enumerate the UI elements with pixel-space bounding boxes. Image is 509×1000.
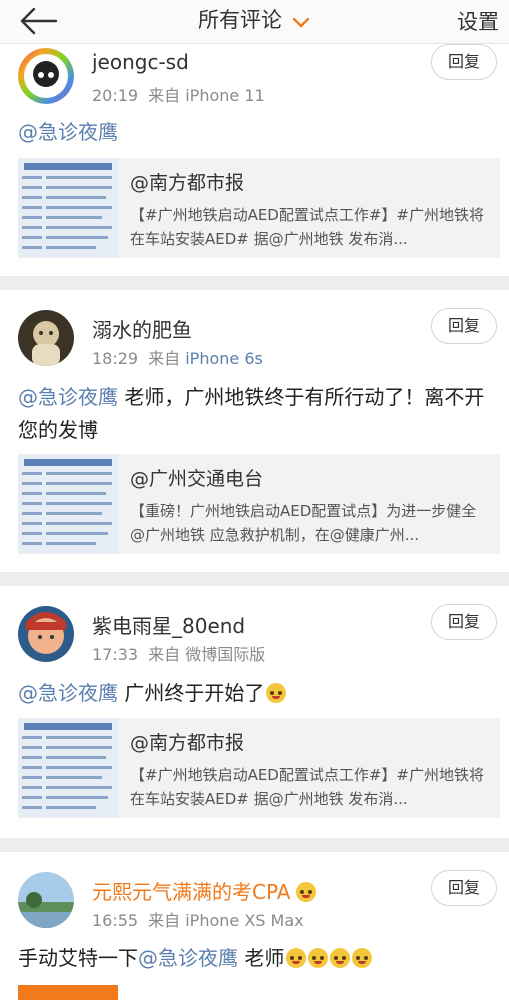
mention-link[interactable]: @急诊夜鹰 xyxy=(18,681,118,705)
comment-meta: 20:19 来自 iPhone 11 xyxy=(92,82,265,106)
reply-button[interactable]: 回复 xyxy=(431,44,497,80)
reply-button[interactable]: 回复 xyxy=(431,308,497,344)
comment-time: 16:55 xyxy=(92,911,139,930)
comment-card: 紫电雨星_80end 17:33 来自 微博国际版 回复 @急诊夜鹰 广州终于开始… xyxy=(0,586,509,838)
crying-laughing-emoji-icon xyxy=(308,948,329,968)
source-prefix: 来自 xyxy=(148,349,181,368)
comment-time: 17:33 xyxy=(92,645,139,664)
source-name: iPhone 11 xyxy=(185,86,265,105)
source-prefix: 来自 xyxy=(148,911,181,930)
title-dropdown[interactable]: 所有评论 xyxy=(0,4,509,34)
page-title: 所有评论 xyxy=(197,8,282,32)
repost-desc: 【#广州地铁启动AED配置试点工作#】#广州地铁将在车站安装AED# 据@广州地… xyxy=(130,766,484,808)
mention-link[interactable]: @急诊夜鹰 xyxy=(18,120,118,144)
source-prefix: 来自 xyxy=(148,86,181,105)
source-name[interactable]: iPhone 6s xyxy=(185,349,263,368)
repost-card[interactable]: @南方都市报 【#广州地铁启动AED配置试点工作#】#广州地铁将在车站安装AED… xyxy=(18,158,500,258)
avatar[interactable] xyxy=(18,872,74,928)
comment-time: 20:19 xyxy=(92,86,139,105)
reply-button[interactable]: 回复 xyxy=(431,604,497,640)
mention-link[interactable]: @急诊夜鹰 xyxy=(138,946,238,970)
comment-card: 溺水的肥鱼 18:29 来自 iPhone 6s 回复 @急诊夜鹰 老师，广州地铁… xyxy=(0,290,509,572)
reply-button[interactable]: 回复 xyxy=(431,870,497,906)
source-name: iPhone XS Max xyxy=(185,911,304,930)
repost-thumbnail xyxy=(18,718,118,818)
comment-card: jeongc-sd 20:19 来自 iPhone 11 回复 @急诊夜鹰 @南方… xyxy=(0,44,509,276)
comment-card: 元熙元气满满的考CPA 16:55 来自 iPhone XS Max 回复 手动艾… xyxy=(0,852,509,1000)
repost-title: @广州交通电台 xyxy=(130,468,264,490)
repost-thumbnail[interactable] xyxy=(18,985,118,1000)
username[interactable]: jeongc-sd xyxy=(92,50,189,74)
crying-laughing-emoji-icon xyxy=(286,948,307,968)
repost-card[interactable]: @广州交通电台 【重磅！广州地铁启动AED配置试点】为进一步健全@广州地铁 应急… xyxy=(18,454,500,554)
source-prefix: 来自 xyxy=(148,645,181,664)
repost-desc: 【重磅！广州地铁启动AED配置试点】为进一步健全@广州地铁 应急救护机制，在@健… xyxy=(130,502,477,544)
source-name: 微博国际版 xyxy=(185,645,266,664)
username[interactable]: 溺水的肥鱼 xyxy=(92,314,192,343)
repost-title: @南方都市报 xyxy=(130,172,245,194)
avatar[interactable] xyxy=(18,606,74,662)
comment-meta: 18:29 来自 iPhone 6s xyxy=(92,345,263,369)
repost-thumbnail xyxy=(18,454,118,554)
comment-meta: 16:55 来自 iPhone XS Max xyxy=(92,907,304,931)
crying-laughing-emoji-icon xyxy=(352,948,373,968)
comment-meta: 17:33 来自 微博国际版 xyxy=(92,641,265,665)
comment-text: 手动艾特一下@急诊夜鹰 老师 xyxy=(18,942,495,975)
avatar[interactable] xyxy=(18,48,74,104)
comment-text: @急诊夜鹰 xyxy=(18,116,495,149)
laughing-emoji-icon xyxy=(266,683,287,703)
settings-button[interactable]: 设置 xyxy=(457,6,499,36)
crying-laughing-emoji-icon xyxy=(330,948,351,968)
username[interactable]: 紫电雨星_80end xyxy=(92,610,245,639)
avatar[interactable] xyxy=(18,310,74,366)
repost-title: @南方都市报 xyxy=(130,732,245,754)
mention-link[interactable]: @急诊夜鹰 xyxy=(18,385,118,409)
username[interactable]: 元熙元气满满的考CPA xyxy=(92,876,317,905)
heart-eyes-emoji-icon xyxy=(296,882,317,902)
comment-text: @急诊夜鹰 老师，广州地铁终于有所行动了！离不开您的发博 xyxy=(18,385,485,442)
repost-thumbnail xyxy=(18,158,118,258)
comment-text: @急诊夜鹰 广州终于开始了 xyxy=(18,677,495,710)
chevron-down-icon xyxy=(292,17,310,27)
top-bar: 所有评论 设置 xyxy=(0,0,509,44)
comment-time: 18:29 xyxy=(92,349,139,368)
repost-desc: 【#广州地铁启动AED配置试点工作#】#广州地铁将在车站安装AED# 据@广州地… xyxy=(130,206,484,248)
repost-card[interactable]: @南方都市报 【#广州地铁启动AED配置试点工作#】#广州地铁将在车站安装AED… xyxy=(18,718,500,818)
